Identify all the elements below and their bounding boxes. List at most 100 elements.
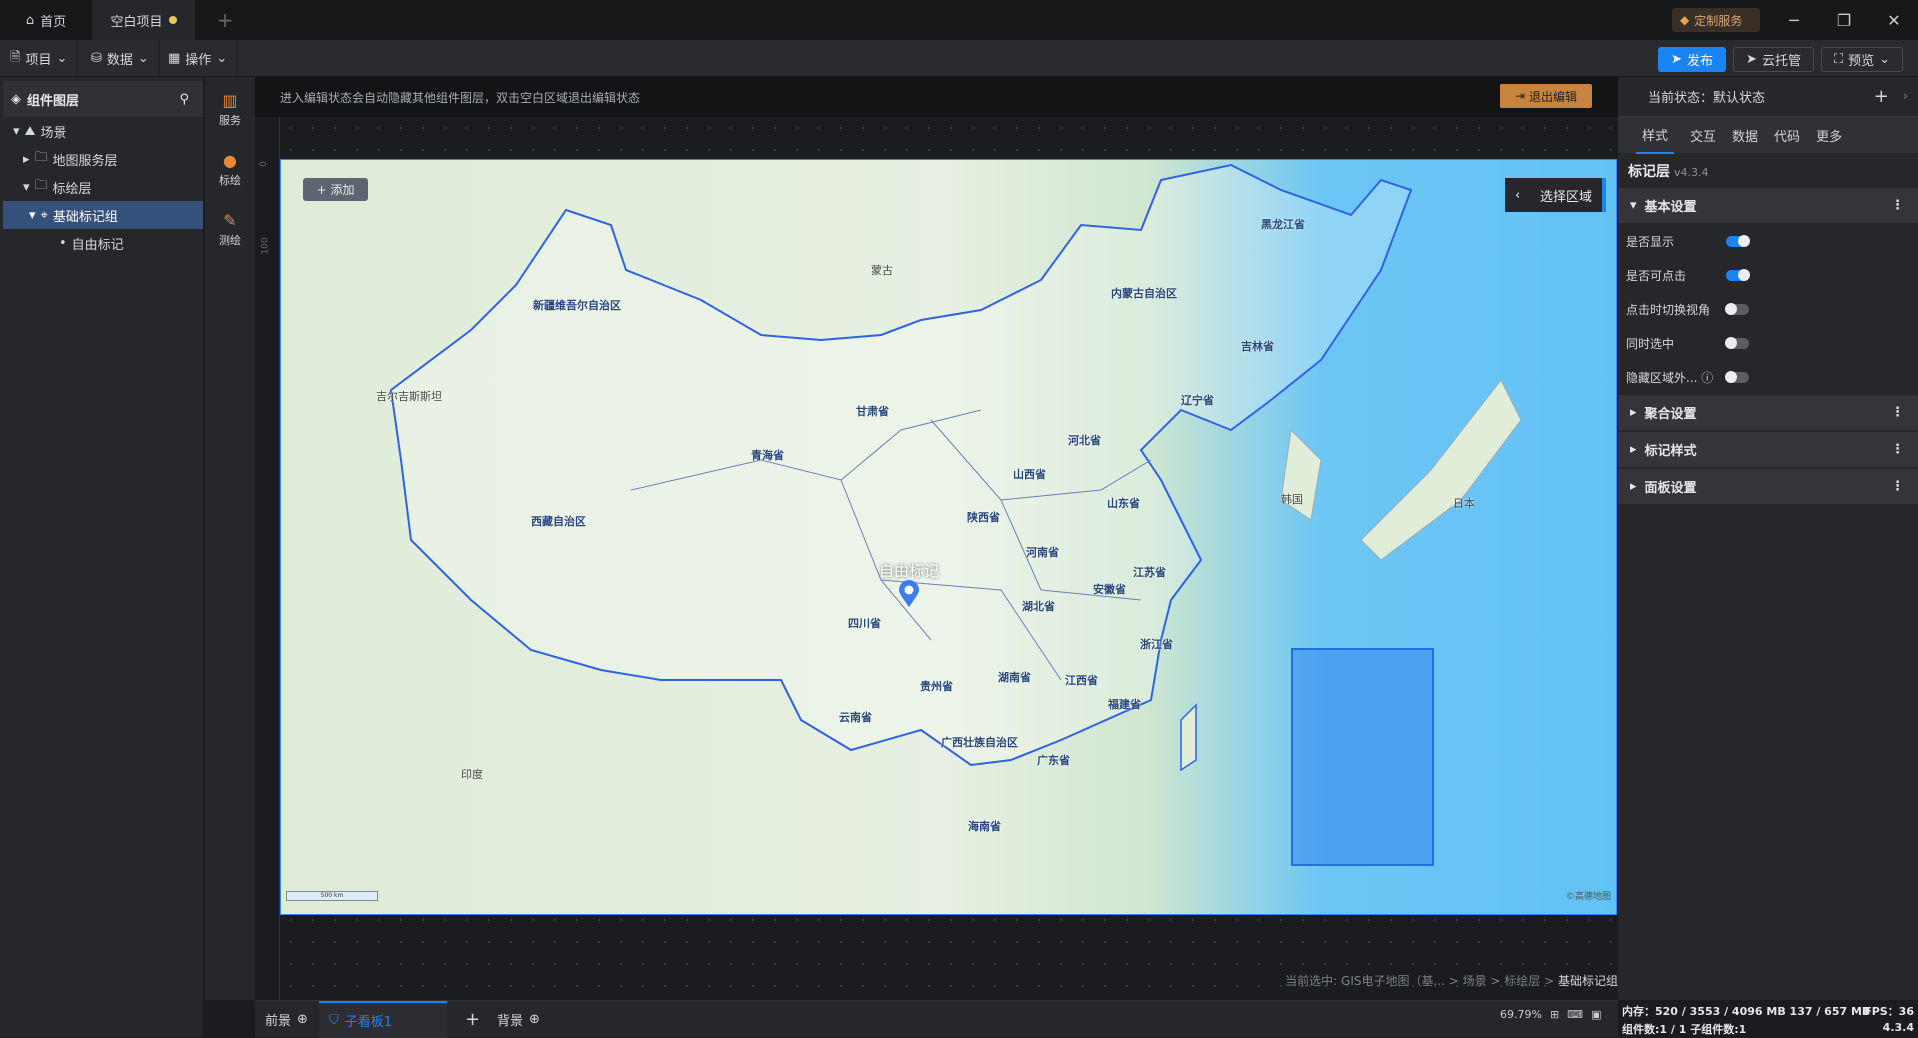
section-marker-style[interactable]: ▸ 标记样式 ⋮ [1618,432,1918,468]
toggle-select-together[interactable] [1725,336,1749,349]
tool-strip: ▥ 服务 ● 标绘 ✎ 测绘 [205,77,255,1000]
tab-sub-board[interactable]: ⛉ 子看板1 [319,1001,447,1038]
send-icon: ➤ [1746,52,1757,67]
map-label: 贵州省 [920,680,953,693]
help-icon[interactable]: ⓘ [1701,371,1713,385]
map-label: 内蒙古自治区 [1111,287,1177,300]
menu-project[interactable]: 🗎 项目 ⌄ [0,40,79,77]
tree-item-scene[interactable]: ▾ ⛰ 场景 [3,117,203,145]
tab-home[interactable]: ⌂ 首页 [0,0,92,40]
tab-project[interactable]: 空白项目 [92,0,195,40]
terminal-icon[interactable]: ▣ [1591,1008,1601,1021]
map-label: 山东省 [1107,497,1140,510]
menu-operate[interactable]: ▦ 操作 ⌄ [158,40,239,77]
new-tab-button[interactable]: + [210,0,240,40]
breadcrumb-current[interactable]: 基础标记组 [1558,974,1618,988]
zoom-level[interactable]: 69.79% [1500,1008,1542,1021]
map-label: 四川省 [848,617,881,630]
preview-label: 预览 [1848,54,1875,69]
more-vertical-icon[interactable]: ⋮ [1891,479,1904,494]
selection-rectangle[interactable] [1291,648,1434,866]
tree-item-map-service[interactable]: ▸ 🗀 地图服务层 [3,145,203,173]
tree-item-marker-group[interactable]: ▾ ⌖ 基础标记组 [3,201,203,229]
add-circle-icon[interactable]: ⊕ [297,1012,308,1027]
layers-header: ◈ 组件图层 ⚲ [3,81,203,117]
map-label: 江西省 [1065,674,1098,687]
keyboard-icon[interactable]: ⌨ [1567,1008,1583,1021]
plus-icon[interactable]: + [1874,86,1889,107]
tree-item-free-marker[interactable]: • 自由标记 [3,229,203,257]
folder-icon: 🗀 [34,150,48,165]
tab-interaction[interactable]: 交互 [1690,126,1716,145]
tab-style[interactable]: 样式 [1636,117,1675,154]
properties-panel: 当前状态：默认状态 + › 样式 交互 数据 代码 更多 标记层 v4.3.4 ▾ 基本… [1618,77,1918,1000]
tab-foreground[interactable]: 前景 ⊕ [255,1001,318,1038]
grid-icon: ▦ [168,51,181,66]
exit-edit-button[interactable]: ⇥ 退出编辑 [1500,84,1592,108]
prop-clickable: 是否可点击 [1626,261,1916,289]
restore-button[interactable]: ❐ [1820,0,1868,40]
caret-right-icon: ▸ [1630,405,1637,420]
search-icon[interactable]: ⚲ [179,92,189,107]
korea-japan [1280,379,1522,561]
current-state[interactable]: 当前状态：默认状态 [1648,87,1765,106]
section-title: 基本设置 [1644,200,1697,215]
section-panel[interactable]: ▸ 面板设置 ⋮ [1618,469,1918,505]
more-vertical-icon[interactable]: ⋮ [1891,442,1904,457]
strip-label: 测绘 [219,233,241,247]
strip-service[interactable]: ▥ 服务 [205,81,255,137]
map-pin-icon[interactable] [898,580,920,608]
prop-visible: 是否显示 [1626,227,1916,255]
publish-button[interactable]: ➤ 发布 [1658,47,1726,72]
memory-usage: 内存：520 / 3553 / 4096 MB 137 / 657 MB [1622,1005,1871,1018]
toggle-switch-view[interactable] [1725,302,1749,315]
map-label: 浙江省 [1140,638,1173,651]
close-button[interactable]: ✕ [1870,0,1918,40]
map-label: 吉林省 [1241,340,1274,353]
section-basic[interactable]: ▾ 基本设置 ⋮ [1618,188,1918,224]
tab-background[interactable]: 背景 ⊕ [487,1001,550,1038]
toggle-clickable[interactable] [1726,268,1750,281]
prop-label-text: 隐藏区域外... [1626,370,1698,385]
chevron-down-icon: ⌄ [137,51,149,66]
map-label: 日本 [1453,497,1475,510]
toggle-visible[interactable] [1726,234,1750,247]
app-version: 4.3.4 [1882,1021,1914,1034]
strip-survey[interactable]: ✎ 测绘 [205,201,255,257]
tree-item-plot-layer[interactable]: ▾ 🗀 标绘层 [3,173,203,201]
caret-right-icon: ▸ [1630,479,1637,494]
menu-data[interactable]: ⛁ 数据 ⌄ [81,40,160,77]
more-vertical-icon[interactable]: ⋮ [1891,198,1904,213]
more-vertical-icon[interactable]: ⋮ [1891,405,1904,420]
caret-down-icon: ▾ [13,123,20,139]
taiwan [1180,703,1197,772]
chevron-down-icon: ⌄ [56,51,68,66]
cloud-host-button[interactable]: ➤ 云托管 [1733,47,1814,72]
gis-map[interactable]: 新疆维吾尔自治区 西藏自治区 青海省 甘肃省 内蒙古自治区 黑龙江省 吉林省 辽… [280,159,1617,915]
minimize-button[interactable]: ─ [1770,0,1818,40]
section-cluster[interactable]: ▸ 聚合设置 ⋮ [1618,395,1918,431]
layers-icon: ◈ [11,91,21,107]
tab-code[interactable]: 代码 [1774,126,1800,145]
tab-more[interactable]: 更多 [1816,126,1842,145]
map-label: 蒙古 [871,264,893,277]
status-bar: 内存：520 / 3553 / 4096 MB 137 / 657 MB FPS… [1618,1000,1918,1037]
toggle-hide-outside[interactable] [1725,370,1749,383]
fit-screen-icon[interactable]: ⊞ [1550,1008,1559,1021]
tab-data[interactable]: 数据 [1732,126,1758,145]
custom-service-label: 定制服务 [1694,13,1743,28]
preview-button[interactable]: ⛶ 预览 ⌄ [1821,47,1903,72]
strip-plot[interactable]: ● 标绘 [205,141,255,197]
layer-name: 标记层 [1628,164,1670,180]
add-button[interactable]: + 添加 [303,178,368,201]
add-board-button[interactable]: + [455,1001,490,1038]
layer-title: 标记层 v4.3.4 [1628,161,1709,181]
custom-service-button[interactable]: ◆ 定制服务 [1672,8,1760,32]
chevron-right-icon[interactable]: › [1903,89,1908,104]
tab-label: 背景 [497,1014,524,1029]
add-circle-icon[interactable]: ⊕ [529,1012,540,1027]
map-label: 海南省 [968,820,1001,833]
chevron-down-icon: ⌄ [216,51,228,66]
edit-hint: 进入编辑状态会自动隐藏其他组件图层，双击空白区域退出编辑状态 [280,90,641,105]
select-area-button[interactable]: ‹ 选择区域 [1505,178,1606,212]
